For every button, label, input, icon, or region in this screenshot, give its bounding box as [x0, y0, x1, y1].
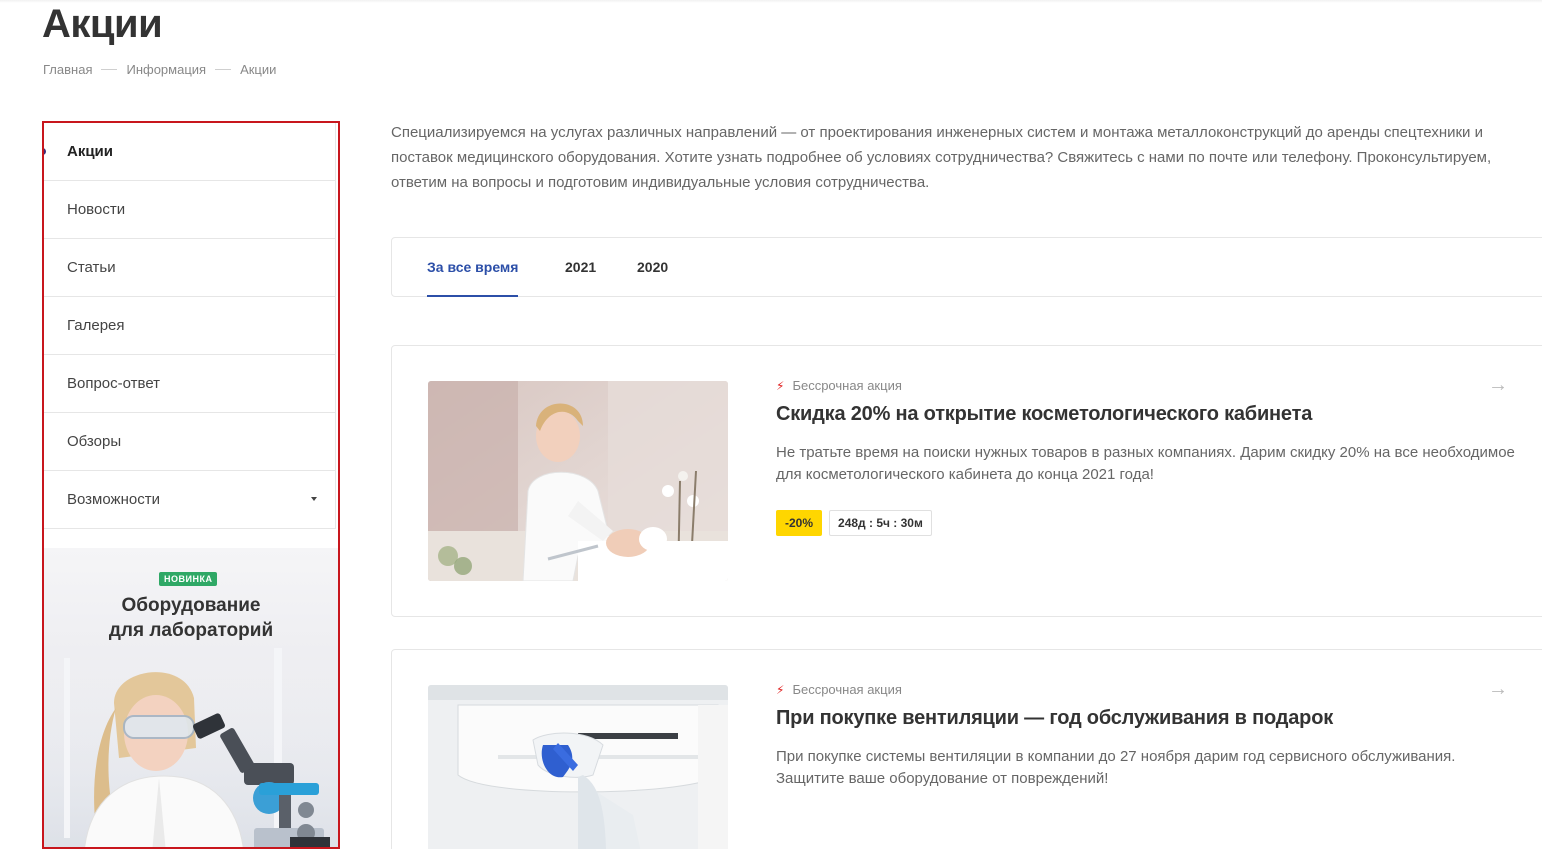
sidebar-menu: Акции Новости Статьи Галерея Вопрос-отве… [44, 123, 336, 529]
countdown-timer: 248д : 5ч : 30м [829, 510, 932, 536]
lab-scientist-illustration [44, 648, 338, 847]
tab-2021[interactable]: 2021 [565, 238, 596, 296]
breadcrumb-separator [101, 69, 118, 70]
cosmetology-photo [428, 381, 728, 581]
sidebar-item-label: Акции [67, 143, 114, 160]
intro-text: Специализируемся на услугах различных на… [391, 124, 1492, 191]
promo-card[interactable]: ⚡︎ Бессрочная акция → При покупке вентил… [391, 649, 1542, 849]
promo-description: Не тратьте время на поиски нужных товаро… [776, 444, 1515, 483]
active-indicator-icon [44, 148, 46, 155]
breadcrumb-info[interactable]: Информация [126, 62, 206, 77]
ventilation-photo [428, 685, 728, 849]
promo-tag-label: Бессрочная акция [792, 682, 902, 697]
lightning-icon: ⚡︎ [776, 682, 785, 697]
sidebar-item-articles[interactable]: Статьи [44, 239, 335, 297]
breadcrumb-separator [215, 69, 232, 70]
promo-chips: -20% 248д : 5ч : 30м [776, 510, 932, 536]
sidebar-item-label: Новости [67, 201, 126, 218]
sidebar-item-label: Обзоры [67, 433, 122, 450]
year-filter-tabs: За все время 2021 2020 [391, 237, 1542, 297]
lab-equipment-banner[interactable]: НОВИНКА Оборудование для лабораторий [44, 548, 338, 847]
promo-tag-label: Бессрочная акция [792, 378, 902, 393]
tab-all-time[interactable]: За все время [427, 238, 519, 297]
caret-down-icon[interactable] [311, 497, 317, 501]
sidebar-item-label: Галерея [67, 317, 125, 334]
promo-title[interactable]: Скидка 20% на открытие косметологическог… [776, 403, 1312, 426]
breadcrumb-home[interactable]: Главная [43, 62, 92, 77]
sidebar-item-features[interactable]: Возможности [44, 471, 335, 529]
breadcrumb-current: Акции [240, 62, 277, 77]
promo-description: При покупке системы вентиляции в компани… [776, 748, 1456, 787]
sidebar-item-reviews[interactable]: Обзоры [44, 413, 335, 471]
sidebar-item-label: Вопрос-ответ [67, 375, 161, 392]
promo-tag: ⚡︎ Бессрочная акция [776, 378, 902, 393]
discount-badge: -20% [776, 510, 823, 536]
arrow-right-icon[interactable]: → [1488, 374, 1508, 397]
header-shadow [0, 0, 1542, 3]
breadcrumb: Главная Информация Акции [43, 62, 276, 77]
sidebar-item-label: Статьи [67, 259, 116, 276]
tab-2020[interactable]: 2020 [637, 238, 668, 296]
sidebar-item-gallery[interactable]: Галерея [44, 297, 335, 355]
sidebar-item-label: Возможности [67, 491, 160, 508]
promo-card[interactable]: ⚡︎ Бессрочная акция → Скидка 20% на откр… [391, 345, 1542, 617]
sidebar-item-news[interactable]: Новости [44, 181, 335, 239]
promo-tag: ⚡︎ Бессрочная акция [776, 682, 902, 697]
sidebar-item-promotions[interactable]: Акции [44, 123, 335, 181]
promo-title[interactable]: При покупке вентиляции — год обслуживани… [776, 707, 1333, 730]
sidebar-item-faq[interactable]: Вопрос-ответ [44, 355, 335, 413]
page-title: Акции [42, 2, 163, 46]
arrow-right-icon[interactable]: → [1488, 678, 1508, 701]
lightning-icon: ⚡︎ [776, 378, 785, 393]
sidebar: Акции Новости Статьи Галерея Вопрос-отве… [42, 121, 340, 849]
